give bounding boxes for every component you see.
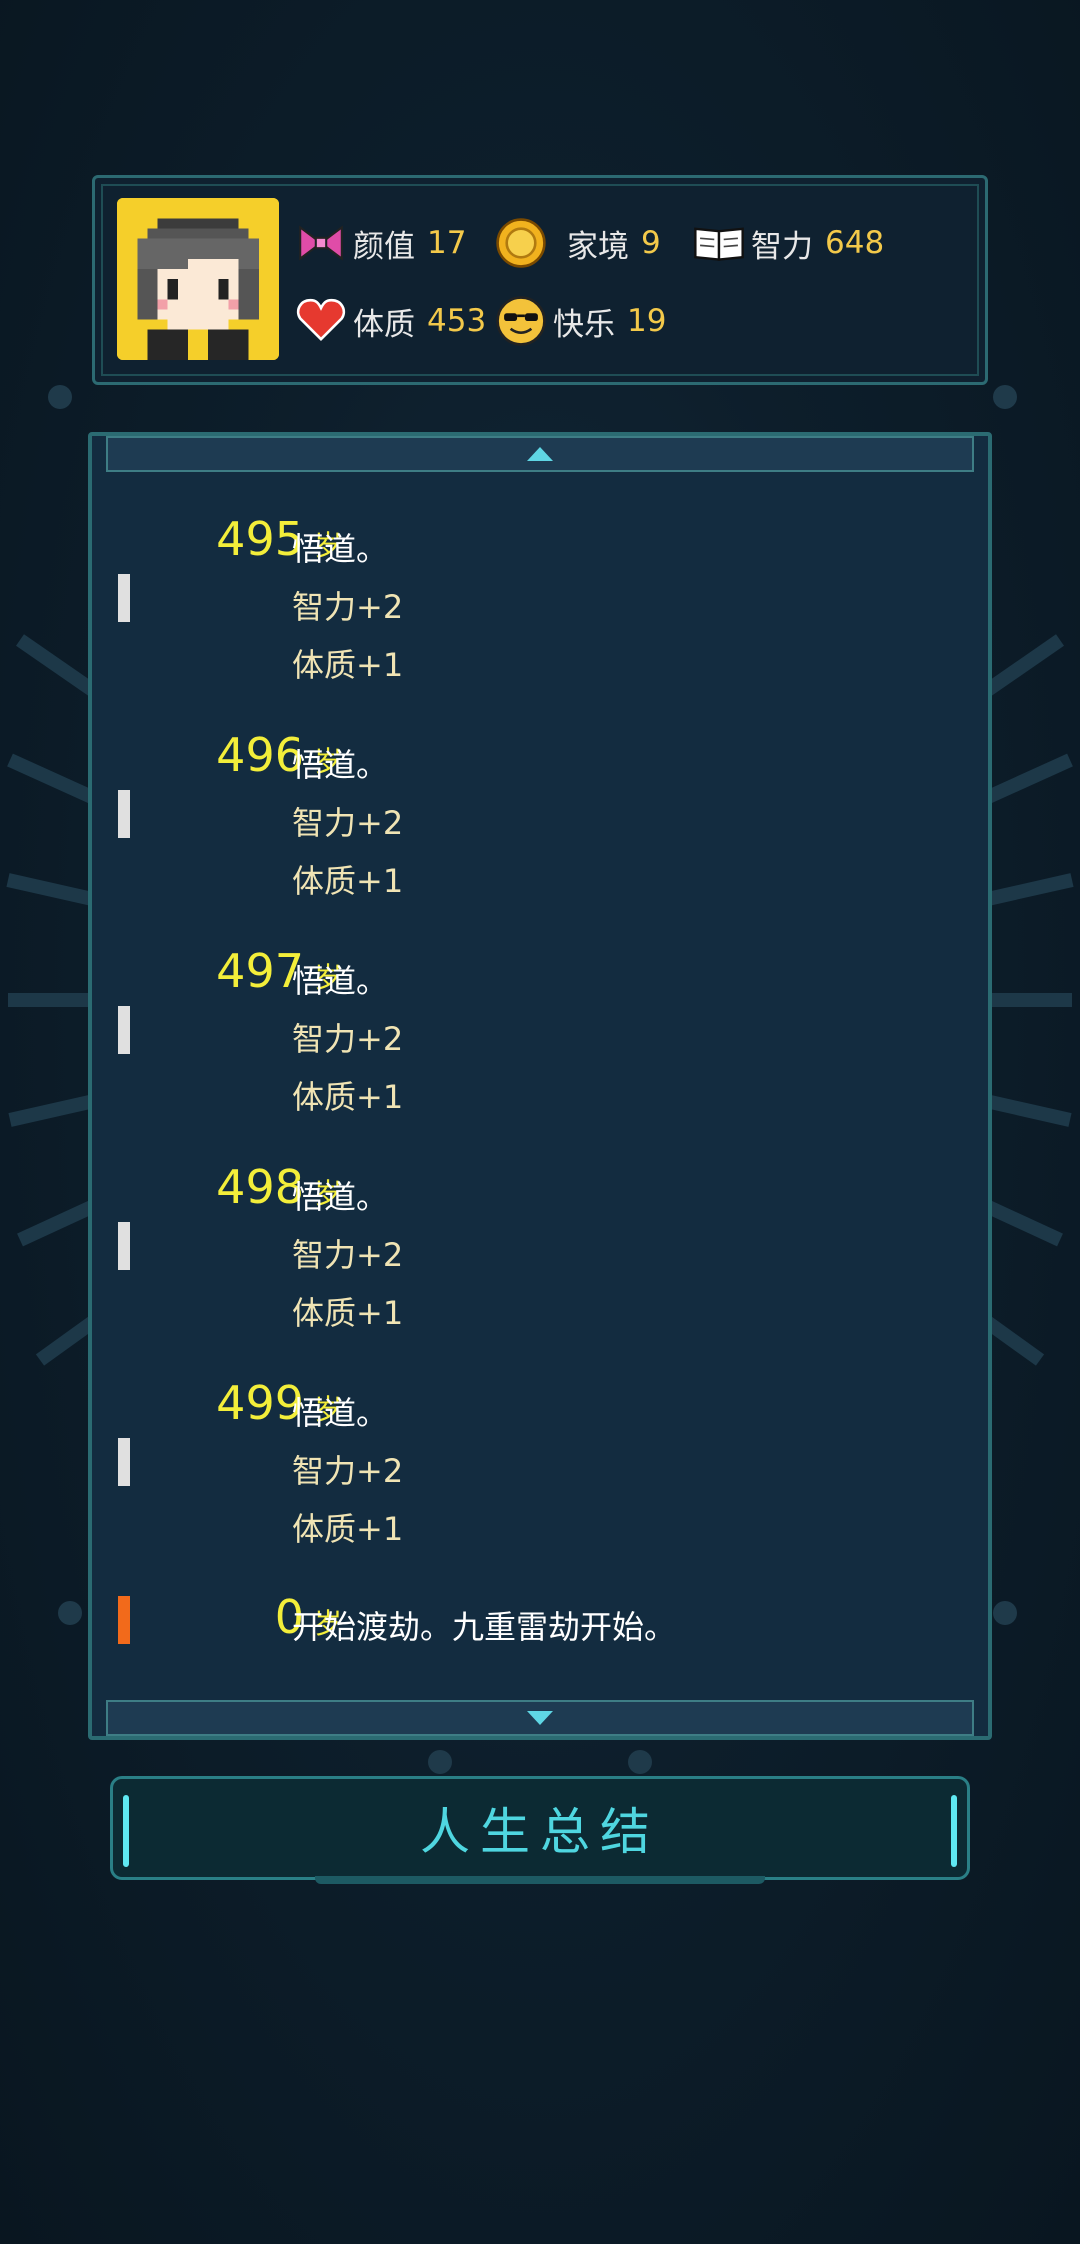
stat-happiness: 快乐 19 xyxy=(495,294,666,348)
event-effect: 体质+1 xyxy=(292,646,404,684)
life-event-log[interactable]: 495 岁 悟道。 智力+2 体质+1 496 岁 悟道。 智力+2 体质+1 … xyxy=(88,432,992,1740)
stat-value: 17 xyxy=(427,225,467,261)
entry-marker xyxy=(118,1006,130,1054)
sunglasses-face-icon xyxy=(496,296,546,346)
life-summary-button[interactable]: 人生总结 xyxy=(110,1776,970,1880)
event-effect: 智力+2 xyxy=(292,1236,404,1274)
event-effect: 智力+2 xyxy=(292,1020,404,1058)
entry-marker xyxy=(118,1438,130,1486)
stat-appearance: 颜值 17 xyxy=(295,216,466,270)
event-effect: 体质+1 xyxy=(292,1294,404,1332)
event-effect: 体质+1 xyxy=(292,1510,404,1548)
event-text: 开始渡劫。九重雷劫开始。 xyxy=(292,1608,677,1646)
scroll-down-button[interactable] xyxy=(106,1700,974,1736)
stat-label: 快乐 xyxy=(553,306,615,343)
age-number: 499 xyxy=(216,1376,304,1430)
stat-value: 453 xyxy=(427,303,487,339)
arrow-up-icon xyxy=(527,447,553,461)
event-text: 悟道。 xyxy=(292,1178,389,1216)
button-edge-glow xyxy=(951,1795,957,1867)
entry-marker xyxy=(118,574,130,622)
entry-marker xyxy=(118,790,130,838)
pixel-character-portrait xyxy=(117,198,279,360)
event-effect: 智力+2 xyxy=(292,804,404,842)
stat-value: 19 xyxy=(627,303,667,339)
stat-value: 648 xyxy=(825,225,885,261)
age-number: 495 xyxy=(216,512,304,566)
attributes-panel: 颜值 17 家境 9 智力 648 体质 453 快乐 19 xyxy=(92,175,988,385)
entry-marker-highlight xyxy=(118,1596,130,1644)
stat-intelligence: 智力 648 xyxy=(693,216,884,270)
summary-button-label: 人生总结 xyxy=(420,1803,660,1861)
age-number: 496 xyxy=(216,728,304,782)
scroll-up-button[interactable] xyxy=(106,436,974,472)
book-icon xyxy=(694,227,744,261)
button-edge-glow xyxy=(123,1795,129,1867)
stat-label: 智力 xyxy=(751,228,813,265)
event-text: 悟道。 xyxy=(292,746,389,784)
stat-label: 体质 xyxy=(353,306,415,343)
event-effect: 智力+2 xyxy=(292,588,404,626)
button-underline xyxy=(315,1876,765,1884)
event-effect: 智力+2 xyxy=(292,1452,404,1490)
event-effect: 体质+1 xyxy=(292,862,404,900)
event-text: 悟道。 xyxy=(292,1394,389,1432)
event-text: 悟道。 xyxy=(292,962,389,1000)
arrow-down-icon xyxy=(527,1711,553,1725)
heart-icon xyxy=(296,298,346,342)
avatar xyxy=(117,198,279,360)
age-number: 498 xyxy=(216,1160,304,1214)
event-text: 悟道。 xyxy=(292,530,389,568)
event-effect: 体质+1 xyxy=(292,1078,404,1116)
stat-family: 家境 9 xyxy=(495,216,661,270)
stat-value: 9 xyxy=(641,225,661,261)
stat-constitution: 体质 453 xyxy=(295,294,486,348)
coin-icon xyxy=(496,218,546,268)
stat-label: 家境 xyxy=(567,228,629,265)
entry-marker xyxy=(118,1222,130,1270)
bow-icon xyxy=(299,225,343,261)
age-number: 497 xyxy=(216,944,304,998)
stat-label: 颜值 xyxy=(353,228,415,265)
